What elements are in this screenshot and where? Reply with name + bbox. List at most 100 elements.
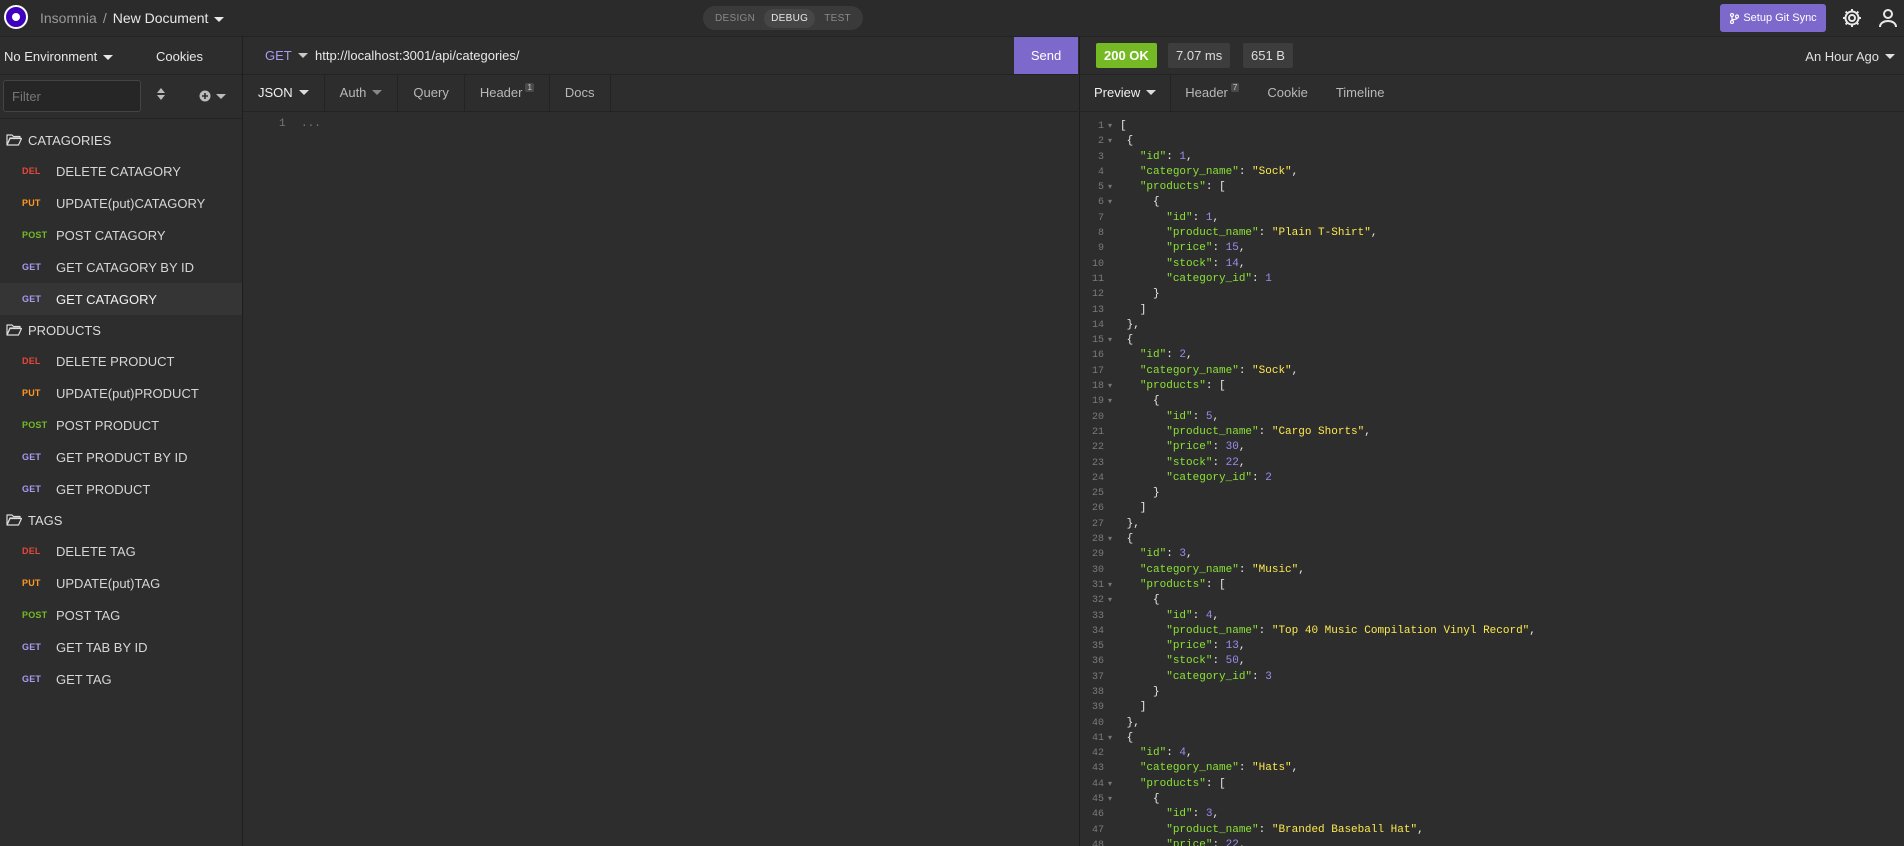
sidebar-request-item[interactable]: DEL DELETE TAG <box>0 535 242 567</box>
sidebar-request-item[interactable]: POST POST TAG <box>0 599 242 631</box>
code-line: 8 "product_name": "Plain T-Shirt", <box>1080 226 1904 241</box>
fold-arrow-icon[interactable]: ▾ <box>1108 134 1112 149</box>
sidebar-request-item[interactable]: GET GET PRODUCT BY ID <box>0 441 242 473</box>
document-switcher[interactable]: New Document <box>113 10 225 26</box>
code-line: 12 } <box>1080 287 1904 302</box>
git-sync-button[interactable]: Setup Git Sync <box>1720 4 1826 32</box>
tab-header[interactable]: Header 1 <box>465 74 550 111</box>
chevron-down-icon <box>298 90 309 95</box>
request-tree: CATAGORIES DEL DELETE CATAGORY PUT UPDATE(pu… <box>0 125 242 695</box>
tab-docs[interactable]: Docs <box>550 74 611 111</box>
environment-select[interactable]: No Environment <box>4 49 114 64</box>
code-text: ] <box>1120 701 1147 714</box>
url-bar: GET Send <box>243 37 1078 75</box>
fold-arrow-icon[interactable]: ▾ <box>1108 578 1112 593</box>
code-line: 18 ▾ "products": [ <box>1080 379 1904 394</box>
method-badge: GET <box>22 452 42 462</box>
fold-arrow-icon[interactable]: ▾ <box>1108 379 1112 394</box>
code-line: 31 ▾ "products": [ <box>1080 578 1904 593</box>
url-input[interactable] <box>315 43 955 67</box>
code-text: "product_name": "Branded Baseball Hat", <box>1166 823 1424 836</box>
send-button[interactable]: Send <box>1014 37 1078 74</box>
sidebar-request-item[interactable]: PUT UPDATE(put)CATAGORY <box>0 187 242 219</box>
method-badge: POST <box>22 230 48 240</box>
response-history-button[interactable]: An Hour Ago <box>1805 49 1895 64</box>
sidebar-request-item[interactable]: GET GET CATAGORY BY ID <box>0 251 242 283</box>
insomnia-logo-icon[interactable] <box>4 5 28 29</box>
tab-preview[interactable]: Preview <box>1080 74 1172 111</box>
line-number: 22 <box>1091 442 1104 454</box>
sidebar-request-item[interactable]: PUT UPDATE(put)TAG <box>0 567 242 599</box>
settings-button[interactable] <box>1840 6 1864 30</box>
folder-products[interactable]: PRODUCTS <box>0 315 242 345</box>
response-time-badge: 7.07 ms <box>1168 43 1231 68</box>
code-text: "products": [ <box>1139 578 1226 591</box>
filter-input[interactable] <box>3 80 141 112</box>
code-text: { <box>1120 793 1160 806</box>
code-line: 24 "category_id": 2 <box>1080 471 1904 486</box>
fold-arrow-icon[interactable]: ▾ <box>1108 731 1112 746</box>
sort-button[interactable] <box>156 87 172 105</box>
line-number: 30 <box>1091 564 1104 576</box>
add-request-button[interactable] <box>199 87 226 105</box>
mode-tab-debug[interactable]: DEBUG <box>764 8 816 28</box>
breadcrumb-app[interactable]: Insomnia <box>40 10 97 26</box>
method-badge: PUT <box>22 578 41 588</box>
line-number: 24 <box>1091 472 1104 484</box>
response-history-label: An Hour Ago <box>1805 49 1879 64</box>
fold-arrow-icon[interactable]: ▾ <box>1108 593 1112 608</box>
tab-query[interactable]: Query <box>398 74 465 111</box>
fold-arrow-icon[interactable]: ▾ <box>1108 792 1112 807</box>
line-number: 26 <box>1091 503 1104 515</box>
code-line: 3 "id": 1, <box>1080 150 1904 165</box>
fold-arrow-icon[interactable]: ▾ <box>1108 333 1112 348</box>
sidebar-request-item[interactable]: DEL DELETE CATAGORY <box>0 155 242 187</box>
request-name: GET TAB BY ID <box>56 639 148 655</box>
fold-arrow-icon[interactable]: ▾ <box>1108 394 1112 409</box>
sidebar-request-item[interactable]: DEL DELETE PRODUCT <box>0 345 242 377</box>
line-number: 34 <box>1091 625 1104 637</box>
sidebar-request-item[interactable]: GET GET TAB BY ID <box>0 631 242 663</box>
folder-tags[interactable]: TAGS <box>0 505 242 535</box>
sidebar-request-item[interactable]: GET GET CATAGORY <box>0 283 242 315</box>
line-number: 32 <box>1091 595 1104 607</box>
tab-auth[interactable]: Auth <box>325 74 399 111</box>
tab-label: Timeline <box>1335 85 1385 100</box>
method-badge: GET <box>22 642 42 652</box>
code-text: [ <box>1120 120 1127 132</box>
folder-catagories[interactable]: CATAGORIES <box>0 125 242 155</box>
mode-tab-design[interactable]: DESIGN <box>708 9 762 28</box>
fold-arrow-icon[interactable]: ▾ <box>1108 532 1112 547</box>
line-number: 16 <box>1091 350 1104 362</box>
code-text: "product_name": "Top 40 Music Compilatio… <box>1166 624 1536 637</box>
code-line: 34 "product_name": "Top 40 Music Compila… <box>1080 624 1904 639</box>
code-text: "price": 22, <box>1166 838 1246 846</box>
sidebar-request-item[interactable]: POST POST PRODUCT <box>0 409 242 441</box>
code-line: 47 "product_name": "Branded Baseball Hat… <box>1080 823 1904 838</box>
tab-timeline[interactable]: Timeline <box>1322 74 1399 111</box>
sidebar-request-item[interactable]: GET GET PRODUCT <box>0 473 242 505</box>
tab-json[interactable]: JSON <box>243 74 325 111</box>
cookies-button[interactable]: Cookies <box>156 49 203 64</box>
sidebar-request-item[interactable]: POST POST CATAGORY <box>0 219 242 251</box>
method-badge: PUT <box>22 198 41 208</box>
tab-cookie[interactable]: Cookie <box>1253 74 1321 111</box>
request-name: POST PRODUCT <box>56 417 160 433</box>
sidebar-request-item[interactable]: PUT UPDATE(put)PRODUCT <box>0 377 242 409</box>
method-select[interactable]: GET <box>265 48 308 63</box>
code-line: 44 ▾ "products": [ <box>1080 777 1904 792</box>
sidebar-request-item[interactable]: GET GET TAG <box>0 663 242 695</box>
method-label: GET <box>265 48 292 63</box>
line-number: 6 <box>1097 197 1104 209</box>
mode-tab-test[interactable]: TEST <box>817 9 858 28</box>
code-line: 4 "category_name": "Sock", <box>1080 165 1904 180</box>
code-line: 29 "id": 3, <box>1080 547 1904 562</box>
fold-arrow-icon[interactable]: ▾ <box>1108 195 1112 210</box>
fold-arrow-icon[interactable]: ▾ <box>1108 777 1112 792</box>
fold-arrow-icon[interactable]: ▾ <box>1108 119 1112 134</box>
fold-arrow-icon[interactable]: ▾ <box>1108 180 1112 195</box>
tab-header[interactable]: Header 7 <box>1171 74 1253 111</box>
request-name: DELETE PRODUCT <box>56 353 175 369</box>
account-button[interactable] <box>1876 6 1900 30</box>
response-body-viewer[interactable]: 1 ▾[2 ▾ {3 "id": 1, 4 "category_name": "Soc… <box>1080 119 1904 846</box>
